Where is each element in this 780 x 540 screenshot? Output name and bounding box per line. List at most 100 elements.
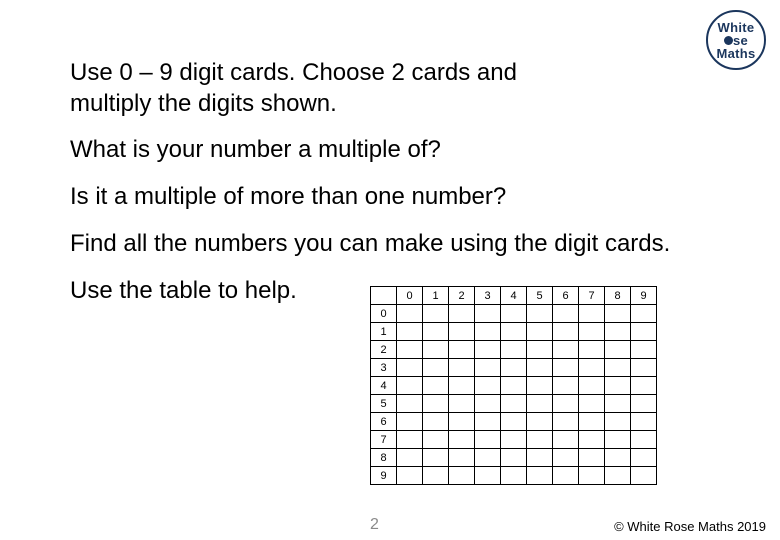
grid-cell [605, 377, 631, 395]
grid-cell [605, 359, 631, 377]
grid-cell [501, 323, 527, 341]
grid-cell [397, 305, 423, 323]
grid-cell [631, 323, 657, 341]
grid-cell [527, 449, 553, 467]
grid-cell [449, 359, 475, 377]
grid-cell [449, 377, 475, 395]
table-row: 5 [371, 395, 657, 413]
grid-cell [631, 359, 657, 377]
col-header: 4 [501, 287, 527, 305]
grid-cell [475, 431, 501, 449]
grid-cell [475, 377, 501, 395]
table-row: 3 [371, 359, 657, 377]
grid-cell [605, 449, 631, 467]
grid-cell [423, 467, 449, 485]
grid-cell [397, 323, 423, 341]
grid-cell [475, 395, 501, 413]
grid-cell [527, 395, 553, 413]
col-header: 6 [553, 287, 579, 305]
grid-cell [423, 341, 449, 359]
grid-cell [527, 377, 553, 395]
grid-cell [397, 467, 423, 485]
table-row: 0 [371, 305, 657, 323]
grid-cell [397, 413, 423, 431]
grid-cell [527, 431, 553, 449]
grid-cell [449, 323, 475, 341]
copyright-text: © White Rose Maths 2019 [614, 519, 766, 534]
grid-cell [423, 305, 449, 323]
grid-cell [397, 431, 423, 449]
grid-cell [527, 359, 553, 377]
grid-cell [397, 377, 423, 395]
logo-line-2-suffix: se [733, 33, 748, 48]
grid-cell [553, 449, 579, 467]
row-header: 1 [371, 323, 397, 341]
table-row: 1 [371, 323, 657, 341]
question-paragraph-1: What is your number a multiple of? [70, 135, 710, 166]
grid-cell [553, 413, 579, 431]
grid-cell [449, 395, 475, 413]
grid-cell [631, 377, 657, 395]
grid-cell [579, 305, 605, 323]
grid-cell [631, 449, 657, 467]
grid-cell [449, 449, 475, 467]
grid-cell [579, 413, 605, 431]
row-header: 3 [371, 359, 397, 377]
grid-cell [449, 341, 475, 359]
row-header: 9 [371, 467, 397, 485]
grid-cell [501, 305, 527, 323]
grid-cell [605, 341, 631, 359]
multiplication-grid-container: 0 1 2 3 4 5 6 7 8 9 0 1 2 3 4 5 6 7 8 9 [370, 286, 657, 485]
grid-cell [475, 341, 501, 359]
grid-cell [449, 431, 475, 449]
table-row: 4 [371, 377, 657, 395]
grid-cell [397, 341, 423, 359]
grid-cell [449, 413, 475, 431]
grid-cell [579, 467, 605, 485]
col-header: 1 [423, 287, 449, 305]
grid-cell [631, 413, 657, 431]
grid-cell [501, 359, 527, 377]
grid-cell [501, 395, 527, 413]
grid-cell [527, 341, 553, 359]
grid-cell [475, 323, 501, 341]
grid-cell [553, 395, 579, 413]
grid-cell [631, 395, 657, 413]
grid-corner-cell [371, 287, 397, 305]
grid-cell [631, 467, 657, 485]
grid-cell [553, 341, 579, 359]
grid-cell [475, 305, 501, 323]
grid-cell [423, 323, 449, 341]
grid-cell [449, 467, 475, 485]
grid-cell [397, 395, 423, 413]
grid-cell [501, 413, 527, 431]
instruction-paragraph-3: Use the table to help. [70, 276, 360, 307]
table-row: 2 [371, 341, 657, 359]
question-paragraph-2: Is it a multiple of more than one number… [70, 182, 710, 213]
slide: White se Maths Use 0 – 9 digit cards. Ch… [0, 0, 780, 540]
grid-cell [579, 395, 605, 413]
col-header: 9 [631, 287, 657, 305]
multiplication-grid: 0 1 2 3 4 5 6 7 8 9 0 1 2 3 4 5 6 7 8 9 [370, 286, 657, 485]
table-row: 7 [371, 431, 657, 449]
grid-cell [553, 431, 579, 449]
grid-cell [553, 359, 579, 377]
grid-cell [423, 413, 449, 431]
logo-line-2: se [724, 34, 748, 47]
col-header: 5 [527, 287, 553, 305]
content-area: Use 0 – 9 digit cards. Choose 2 cards an… [70, 58, 710, 322]
col-header: 8 [605, 287, 631, 305]
row-header: 0 [371, 305, 397, 323]
grid-cell [527, 323, 553, 341]
table-row: 8 [371, 449, 657, 467]
grid-cell [423, 377, 449, 395]
grid-cell [423, 449, 449, 467]
grid-cell [527, 467, 553, 485]
grid-cell [527, 305, 553, 323]
instruction-paragraph-1: Use 0 – 9 digit cards. Choose 2 cards an… [70, 58, 590, 119]
grid-cell [553, 323, 579, 341]
grid-cell [423, 359, 449, 377]
grid-cell [449, 305, 475, 323]
row-header: 8 [371, 449, 397, 467]
row-header: 5 [371, 395, 397, 413]
